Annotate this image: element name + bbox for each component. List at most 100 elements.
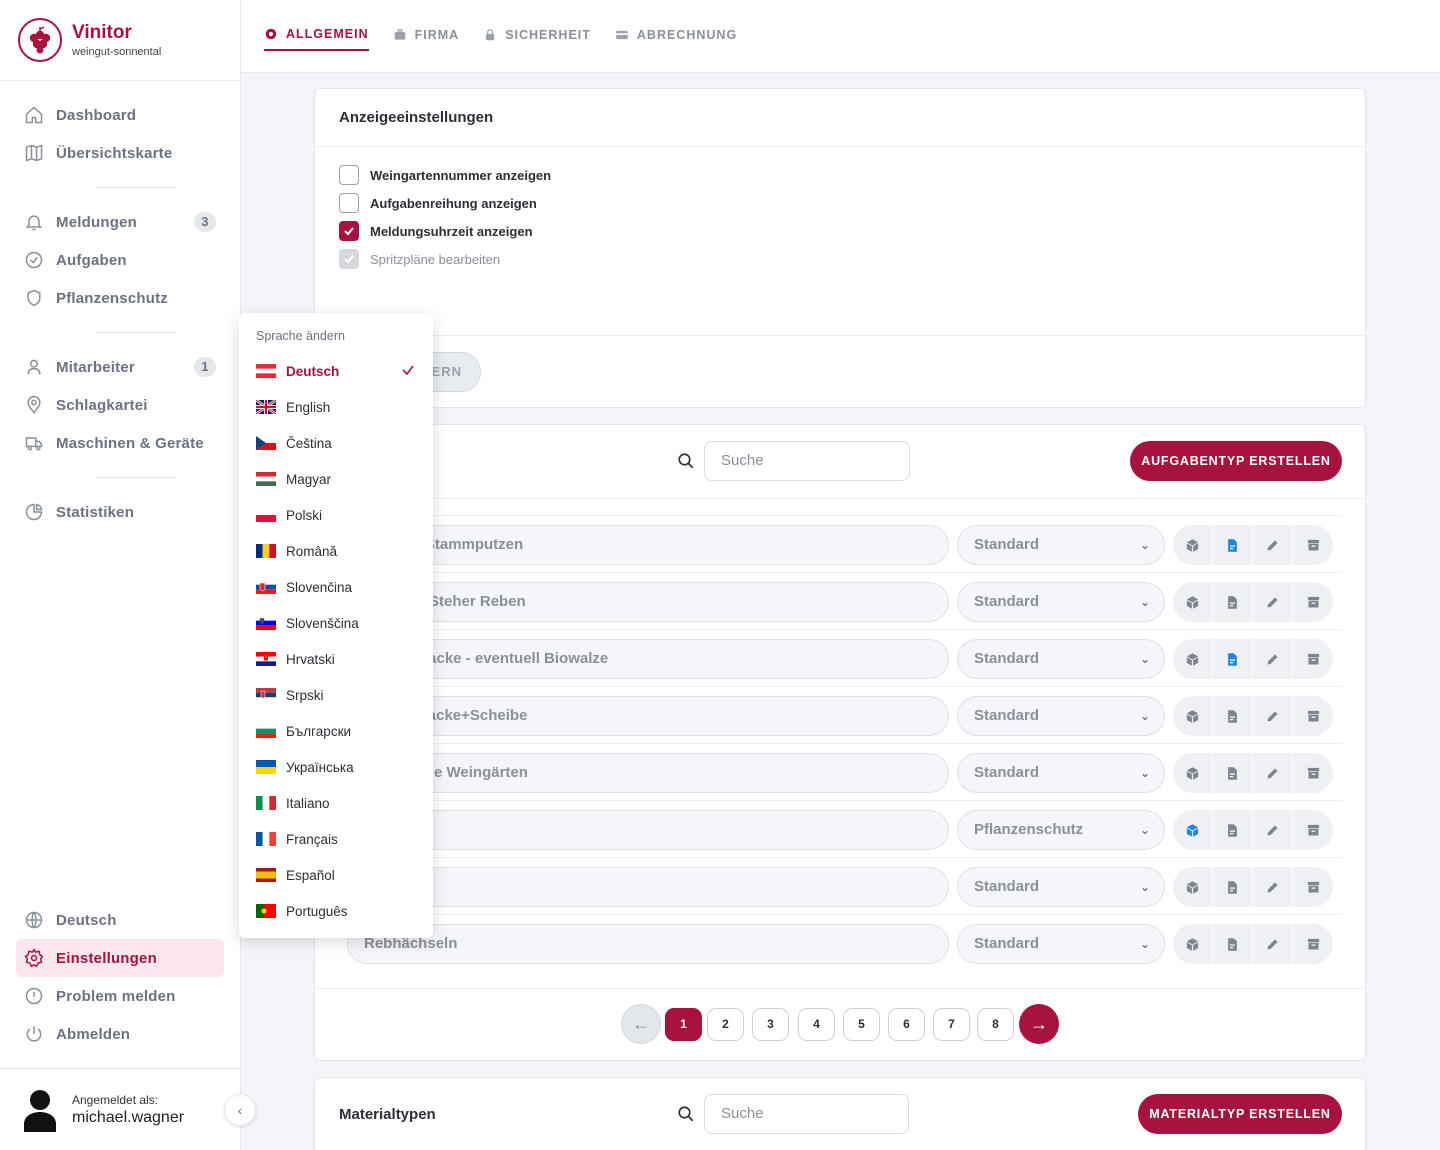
language-option-hr[interactable]: Hrvatski xyxy=(239,641,433,677)
edit-button[interactable] xyxy=(1253,867,1293,907)
tab-billing[interactable]: ABRECHNUNG xyxy=(615,0,737,51)
checkbox[interactable] xyxy=(339,193,359,213)
document-button[interactable] xyxy=(1213,810,1253,850)
archive-button[interactable] xyxy=(1293,924,1333,964)
task-type-select[interactable]: Standard ⌄ xyxy=(957,924,1165,964)
nav-item-statistics[interactable]: Statistiken xyxy=(16,493,224,531)
nav-item-logout[interactable]: Abmelden xyxy=(16,1015,224,1053)
edit-button[interactable] xyxy=(1253,753,1293,793)
task-name-input[interactable]: +Fingerhacke+Scheibe xyxy=(347,696,949,736)
checkbox[interactable] xyxy=(339,165,359,185)
document-button[interactable] xyxy=(1213,525,1253,565)
language-option-sk[interactable]: Slovenčina xyxy=(239,569,433,605)
task-type-select[interactable]: Standard ⌄ xyxy=(957,696,1165,736)
prev-page-button[interactable]: ← xyxy=(621,1004,661,1044)
language-option-hu[interactable]: Magyar xyxy=(239,461,433,497)
language-option-es[interactable]: Español xyxy=(239,857,433,893)
task-name-input[interactable]: tzen Junge Weingärten xyxy=(347,753,949,793)
search-input[interactable]: Suche xyxy=(704,441,910,481)
language-option-ua[interactable]: Українська xyxy=(239,749,433,785)
tab-general[interactable]: ALLGEMEIN xyxy=(264,0,369,51)
material-button[interactable] xyxy=(1173,639,1213,679)
next-page-button[interactable]: → xyxy=(1019,1004,1059,1044)
page-button[interactable]: 7 xyxy=(933,1008,970,1041)
archive-button[interactable] xyxy=(1293,810,1333,850)
tab-company[interactable]: FIRMA xyxy=(393,0,460,51)
nav-item-settings[interactable]: Einstellungen xyxy=(16,939,224,977)
material-button[interactable] xyxy=(1173,582,1213,622)
sidebar-collapse-button[interactable]: ‹ xyxy=(224,1094,256,1126)
material-button[interactable] xyxy=(1173,867,1213,907)
language-option-pl[interactable]: Polski xyxy=(239,497,433,533)
create-material-type-button[interactable]: MATERIALTYP ERSTELLEN xyxy=(1138,1094,1342,1134)
edit-button[interactable] xyxy=(1253,639,1293,679)
document-button[interactable] xyxy=(1213,753,1253,793)
material-button[interactable] xyxy=(1173,924,1213,964)
archive-button[interactable] xyxy=(1293,582,1333,622)
language-option-bg[interactable]: Български xyxy=(239,713,433,749)
page-button[interactable]: 4 xyxy=(798,1008,835,1041)
nav-item-field-register[interactable]: Schlagkartei xyxy=(16,386,224,424)
nav-item-report-problem[interactable]: Problem melden xyxy=(16,977,224,1015)
document-button[interactable] xyxy=(1213,639,1253,679)
edit-button[interactable] xyxy=(1253,696,1293,736)
task-name-input[interactable]: - Fingerhacke - eventuell Biowalze xyxy=(347,639,949,679)
task-name-input[interactable]: chutz xyxy=(347,810,949,850)
language-option-cz[interactable]: Čeština xyxy=(239,425,433,461)
task-name-input[interactable]: sammeln xyxy=(347,867,949,907)
archive-button[interactable] xyxy=(1293,696,1333,736)
task-type-select[interactable]: Standard ⌄ xyxy=(957,867,1165,907)
material-button[interactable] xyxy=(1173,696,1213,736)
language-option-at[interactable]: Deutsch xyxy=(239,353,433,389)
edit-button[interactable] xyxy=(1253,525,1293,565)
task-type-select[interactable]: Standard ⌄ xyxy=(957,525,1165,565)
nav-item-plant-protection[interactable]: Pflanzenschutz xyxy=(16,279,224,317)
edit-button[interactable] xyxy=(1253,582,1293,622)
material-button[interactable] xyxy=(1173,753,1213,793)
task-name-input[interactable]: auch die Steher Reben xyxy=(347,582,949,622)
nav-item-reports[interactable]: Meldungen 3 xyxy=(16,203,224,241)
language-option-fr[interactable]: Français xyxy=(239,821,433,857)
document-button[interactable] xyxy=(1213,696,1253,736)
tab-security[interactable]: SICHERHEIT xyxy=(483,0,591,51)
edit-button[interactable] xyxy=(1253,810,1293,850)
document-button[interactable] xyxy=(1213,867,1253,907)
archive-button[interactable] xyxy=(1293,867,1333,907)
page-button[interactable]: 3 xyxy=(752,1008,789,1041)
language-option-gb[interactable]: English xyxy=(239,389,433,425)
option-report-time[interactable]: Meldungsuhrzeit anzeigen xyxy=(315,217,1365,245)
nav-item-dashboard[interactable]: Dashboard xyxy=(16,96,224,134)
option-task-order[interactable]: Aufgabenreihung anzeigen xyxy=(315,189,1365,217)
page-button[interactable]: 1 xyxy=(665,1008,702,1041)
archive-button[interactable] xyxy=(1293,753,1333,793)
page-button[interactable]: 2 xyxy=(707,1008,744,1041)
option-vineyard-number[interactable]: Weingartennummer anzeigen xyxy=(315,161,1365,189)
task-name-input[interactable]: Rebhächseln xyxy=(347,924,949,964)
search-input[interactable]: Suche xyxy=(704,1094,909,1134)
nav-item-employees[interactable]: Mitarbeiter 1 xyxy=(16,348,224,386)
brand[interactable]: Vinitor weingut-sonnental xyxy=(0,0,240,81)
page-button[interactable]: 5 xyxy=(843,1008,880,1041)
document-button[interactable] xyxy=(1213,924,1253,964)
language-option-rs[interactable]: Srpski xyxy=(239,677,433,713)
archive-button[interactable] xyxy=(1293,639,1333,679)
material-button[interactable] xyxy=(1173,810,1213,850)
nav-item-map[interactable]: Übersichtskarte xyxy=(16,134,224,172)
material-button[interactable] xyxy=(1173,525,1213,565)
task-type-select[interactable]: Standard ⌄ xyxy=(957,753,1165,793)
nav-item-language[interactable]: Deutsch xyxy=(16,901,224,939)
language-option-it[interactable]: Italiano xyxy=(239,785,433,821)
create-task-type-button[interactable]: AUFGABENTYP ERSTELLEN xyxy=(1130,441,1342,481)
page-button[interactable]: 6 xyxy=(888,1008,925,1041)
task-type-select[interactable]: Pflanzenschutz ⌄ xyxy=(957,810,1165,850)
nav-item-machines[interactable]: Maschinen & Geräte xyxy=(16,424,224,462)
task-name-input[interactable]: ke ohne Stammputzen xyxy=(347,525,949,565)
task-type-select[interactable]: Standard ⌄ xyxy=(957,582,1165,622)
edit-button[interactable] xyxy=(1253,924,1293,964)
task-type-select[interactable]: Standard ⌄ xyxy=(957,639,1165,679)
document-button[interactable] xyxy=(1213,582,1253,622)
language-option-ro[interactable]: Română xyxy=(239,533,433,569)
page-button[interactable]: 8 xyxy=(977,1008,1014,1041)
language-option-pt[interactable]: Português xyxy=(239,893,433,929)
checkbox[interactable] xyxy=(339,221,359,241)
